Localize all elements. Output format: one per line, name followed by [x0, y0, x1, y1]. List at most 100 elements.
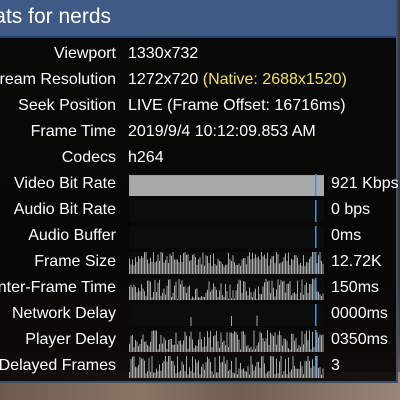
graph-sample-bar	[291, 333, 292, 352]
graph-sample-bar	[187, 374, 189, 378]
graph-sample-bar	[267, 252, 268, 274]
graph-sample-bar	[199, 297, 201, 300]
graph-sample-bar	[304, 361, 306, 378]
graph-sample-bar	[193, 254, 195, 274]
graph-sample-bar	[255, 348, 256, 352]
graph-sample-bar	[292, 333, 294, 352]
graph-fill	[129, 175, 324, 196]
graph-row-player-delay: Player Delay 0350ms	[0, 328, 400, 354]
graph-sample-bar	[294, 292, 295, 300]
graph-sample-bar	[153, 372, 154, 378]
graph-sample-bar	[130, 359, 132, 378]
graph-cursor-line	[315, 330, 317, 352]
graph-sample-bar	[207, 256, 208, 274]
graph-sample-bar	[292, 260, 294, 274]
graph-sample-bar	[144, 252, 145, 274]
graph-sample-bar	[283, 371, 285, 378]
graph-sample-bar	[304, 333, 306, 352]
graph-sample-bar	[294, 255, 295, 274]
graph-sample-bar	[265, 258, 267, 274]
graph-sample-bar	[250, 346, 252, 352]
graph-sample-bar	[220, 283, 222, 300]
graph-sample-bar	[241, 331, 243, 352]
graph-sample-bar	[319, 294, 321, 300]
graph-sample-bar	[211, 371, 213, 378]
info-value: 1330x732	[128, 45, 199, 62]
graph-sample-bar	[192, 254, 193, 274]
graph-sample-bar	[163, 360, 165, 378]
graph-sample-bar	[237, 283, 238, 300]
graph-sample-bar	[202, 346, 204, 352]
graph-svg	[315, 200, 317, 222]
graph-sample-bar	[129, 258, 130, 274]
graph-sample-bar	[136, 261, 138, 274]
graph-sample-bar	[250, 356, 252, 378]
graph-sample-bar	[156, 261, 157, 274]
graph-sample-bar	[228, 252, 229, 274]
graph-sample-bar	[303, 374, 304, 378]
graph-sample-bar	[156, 330, 157, 352]
graph-sample-bar	[156, 368, 157, 378]
graph-value: 921 Kbps	[331, 175, 399, 192]
graph-sample-bar	[169, 339, 171, 352]
graph-sample-bar	[201, 264, 202, 274]
graph-sample-bar	[192, 296, 193, 300]
graph-sample-bar	[198, 297, 199, 300]
graph-sample-bar	[183, 286, 184, 300]
stats-title-bar[interactable]: Stats for nerds	[0, 0, 396, 38]
info-label: Stream Resolution	[0, 71, 116, 88]
graph-sample-bar	[231, 360, 232, 378]
graph-sample-bar	[232, 372, 234, 378]
graph-sample-bar	[219, 260, 220, 274]
graph-sample-bar	[256, 298, 258, 300]
graph-sample-bar	[204, 296, 205, 300]
info-value: 2019/9/4 10:12:09.853 AM	[128, 123, 316, 140]
graph-sample-bar	[250, 259, 252, 274]
graph-sample-bar	[310, 284, 312, 300]
graph-sample-bar	[264, 254, 265, 274]
graph-sample-bar	[147, 344, 148, 352]
graph-sample-bar	[213, 253, 214, 274]
graph-sample-bar	[226, 332, 228, 352]
graph-sample-bar	[216, 289, 217, 300]
graph-sample-bar	[307, 262, 309, 274]
graph-sample-bar	[271, 256, 273, 274]
graph-sample-bar	[168, 262, 169, 274]
graph-sample-bar	[267, 330, 268, 352]
graph-sample-bar	[169, 356, 171, 378]
graph-sample-bar	[147, 259, 148, 274]
graph-sample-bar	[256, 362, 258, 378]
graph-sample-bar	[186, 293, 187, 300]
graph-sample-bar	[196, 264, 198, 274]
graph-sample-bar	[300, 262, 301, 274]
graph-sample-bar	[316, 291, 318, 300]
graph-sample-bar	[222, 361, 223, 378]
info-label: Frame Time	[30, 123, 116, 140]
graph-cursor-line	[315, 278, 317, 300]
graph-sample-bar	[277, 254, 279, 274]
graph-sample-bar	[190, 260, 192, 274]
graph-sample-bar	[285, 253, 286, 274]
info-row-seek-position: Seek Position LIVE (Frame Offset: 16716m…	[0, 94, 400, 120]
graph-row-network-delay: Network Delay 0000ms	[0, 302, 400, 328]
graph-sample-bar	[249, 287, 250, 300]
graph-sample-bar	[210, 291, 211, 300]
graph-sample-bar	[150, 257, 151, 274]
graph-value: 0ms	[331, 227, 362, 244]
graph-sample-bar	[169, 253, 171, 274]
graph-cursor-line	[315, 200, 317, 222]
graph-value: 12.72K	[331, 253, 382, 270]
delayed-frames-graph	[129, 356, 324, 378]
graph-sample-bar	[282, 374, 283, 378]
graph-sample-bar	[316, 332, 318, 352]
graph-sample-bar	[321, 296, 322, 300]
graph-sample-bar	[208, 337, 210, 352]
graph-sample-bar	[313, 366, 315, 378]
graph-sample-bar	[225, 265, 226, 274]
graph-sample-bar	[261, 356, 262, 378]
graph-sample-bar	[313, 252, 315, 274]
graph-sample-bar	[198, 360, 199, 378]
graph-sample-bar	[240, 349, 241, 352]
graph-sample-bar	[139, 344, 141, 352]
graph-sample-bar	[145, 296, 147, 300]
